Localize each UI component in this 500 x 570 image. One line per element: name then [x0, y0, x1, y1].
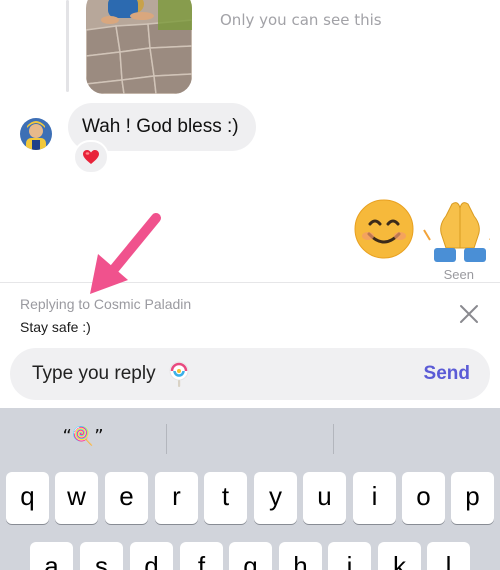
shared-photo[interactable]	[86, 0, 192, 94]
key-d[interactable]: d	[130, 542, 173, 570]
key-i[interactable]: i	[353, 472, 396, 524]
reply-input[interactable]: Type you reply Send	[10, 348, 490, 400]
key-w[interactable]: w	[55, 472, 98, 524]
key-y[interactable]: y	[254, 472, 297, 524]
reply-input-value: Type you reply	[32, 363, 156, 384]
key-j[interactable]: j	[328, 542, 371, 570]
suggestion-item-empty[interactable]	[167, 408, 333, 466]
key-g[interactable]: g	[229, 542, 272, 570]
lollipop-icon	[169, 361, 189, 387]
key-k[interactable]: k	[378, 542, 421, 570]
predictive-bar: “🍭”	[0, 408, 500, 466]
key-u[interactable]: u	[303, 472, 346, 524]
folded-hands-icon	[423, 202, 497, 262]
suggestion-item-empty[interactable]	[334, 408, 500, 466]
key-t[interactable]: t	[204, 472, 247, 524]
seen-status: Seen	[443, 267, 474, 282]
reply-banner: Replying to Cosmic Paladin Stay safe :)	[0, 282, 500, 344]
cancel-reply-button[interactable]	[458, 303, 480, 325]
smiling-face-icon	[354, 199, 414, 259]
key-o[interactable]: o	[402, 472, 445, 524]
composer-area: Type you reply Send	[0, 344, 500, 408]
close-icon	[460, 305, 478, 323]
key-a[interactable]: a	[30, 542, 73, 570]
suggestion-item[interactable]: “🍭”	[0, 408, 166, 466]
replying-to-label: Replying to Cosmic Paladin	[20, 296, 192, 312]
reply-thread-line	[66, 0, 69, 92]
key-q[interactable]: q	[6, 472, 49, 524]
send-button[interactable]: Send	[424, 348, 470, 400]
reply-input-text[interactable]: Type you reply	[32, 348, 191, 400]
reaction-badge[interactable]	[73, 140, 109, 174]
key-e[interactable]: e	[105, 472, 148, 524]
key-s[interactable]: s	[80, 542, 123, 570]
message-thread: Only you can see this Wah ! God bless :)	[0, 0, 500, 282]
key-r[interactable]: r	[155, 472, 198, 524]
sender-avatar[interactable]	[20, 118, 52, 150]
key-h[interactable]: h	[279, 542, 322, 570]
on-screen-keyboard: “🍭” q w e r t y u i o p a s d f g h j k …	[0, 408, 500, 570]
key-f[interactable]: f	[180, 542, 223, 570]
key-l[interactable]: l	[427, 542, 470, 570]
private-note: Only you can see this	[220, 11, 382, 29]
outgoing-emoji-message[interactable]	[354, 196, 497, 264]
quoted-message: Stay safe :)	[20, 319, 91, 335]
key-p[interactable]: p	[451, 472, 494, 524]
heart-icon	[83, 150, 99, 164]
